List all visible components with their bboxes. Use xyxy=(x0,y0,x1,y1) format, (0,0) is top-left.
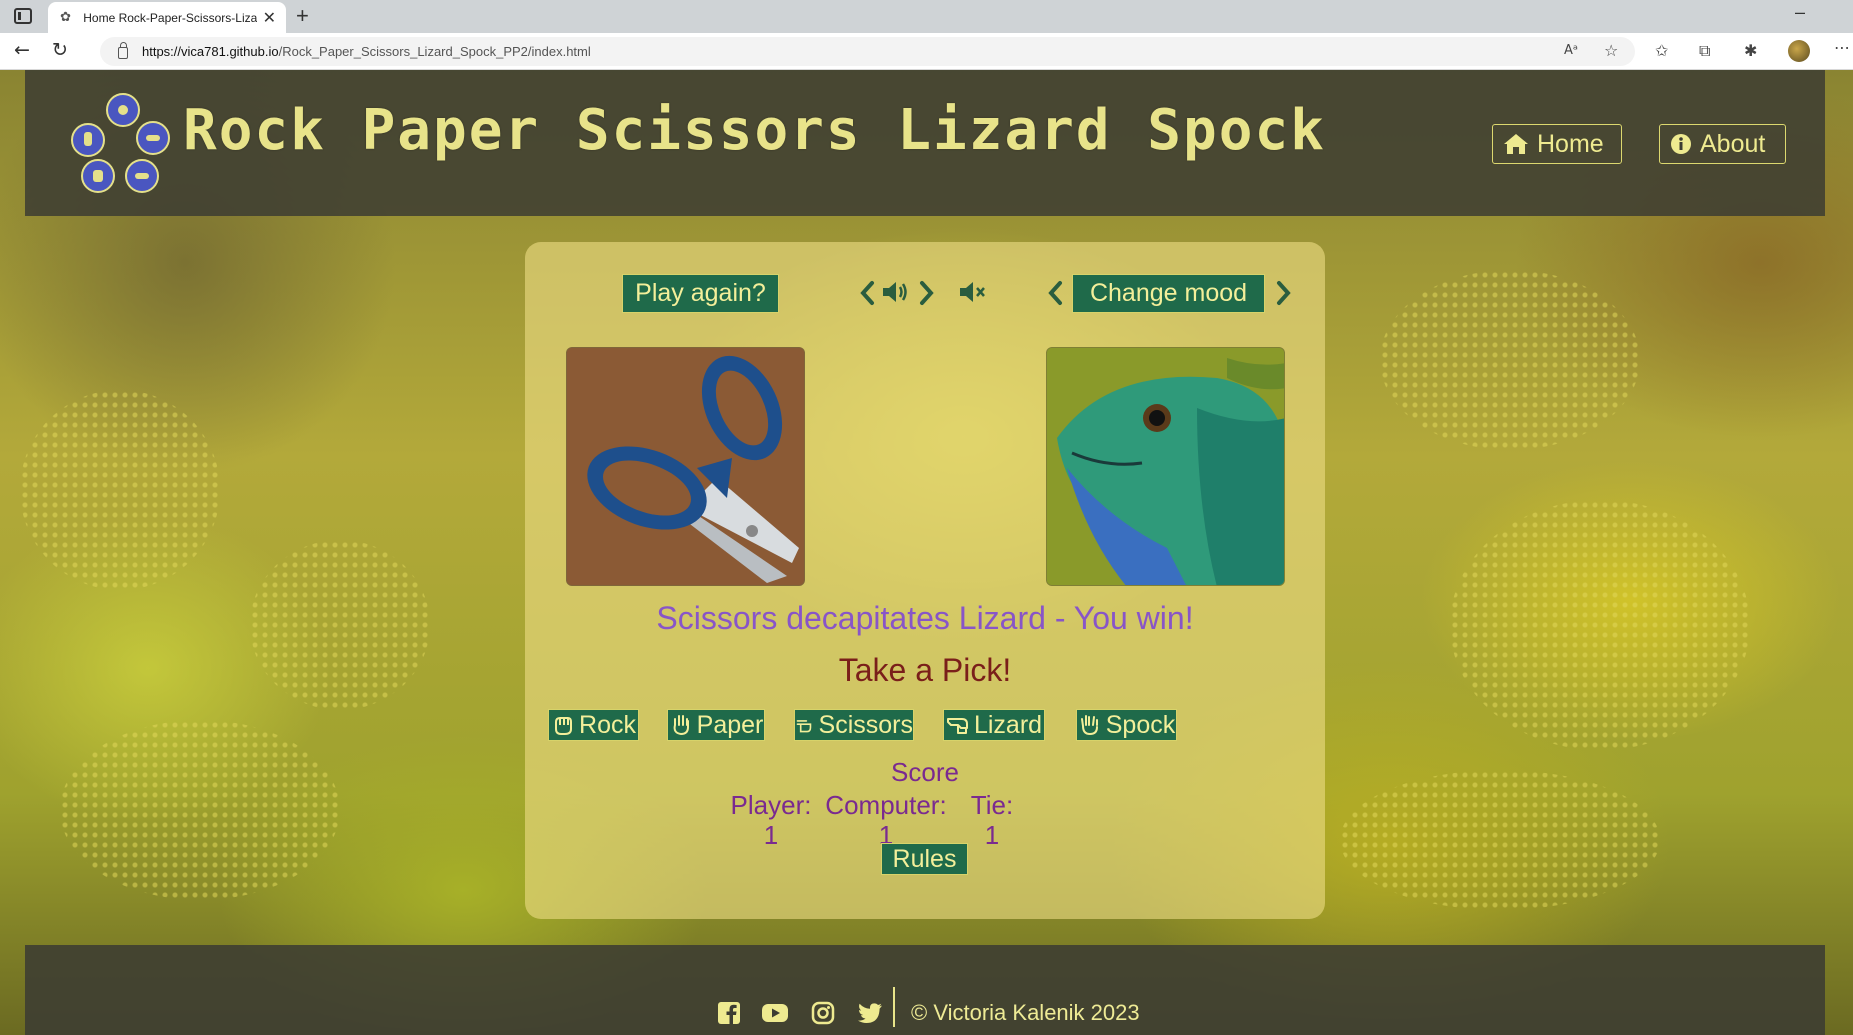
spock-label: Spock xyxy=(1105,710,1176,739)
lizard-photo xyxy=(1047,348,1284,585)
extensions-icon[interactable]: ✱ xyxy=(1744,41,1757,60)
spock-button[interactable]: Spock xyxy=(1076,709,1177,741)
profile-avatar[interactable] xyxy=(1788,40,1810,62)
rock-label: Rock xyxy=(579,710,636,739)
volume-high-icon[interactable] xyxy=(881,279,911,305)
lock-icon xyxy=(118,42,128,59)
scissors-label: Scissors xyxy=(818,710,913,739)
sound-next-chevron-icon[interactable] xyxy=(915,280,937,306)
rock-button[interactable]: Rock xyxy=(548,709,639,741)
paper-button[interactable]: Paper xyxy=(667,709,765,741)
hand-lizard-icon xyxy=(946,718,968,734)
nav-home-label: Home xyxy=(1537,129,1604,158)
game-panel: Play again? Change mood Scissors decapit… xyxy=(525,242,1325,919)
tab-close-icon[interactable]: ✕ xyxy=(263,8,276,28)
player-choice-image xyxy=(566,347,805,586)
computer-choice-image xyxy=(1046,347,1285,586)
back-icon[interactable]: ← xyxy=(14,39,30,61)
tie-score-label: Tie: xyxy=(970,790,1014,820)
scissors-button[interactable]: Scissors xyxy=(794,709,914,741)
new-tab-icon[interactable]: + xyxy=(296,3,309,29)
computer-score: Computer: 1 xyxy=(811,790,961,850)
minimize-icon[interactable]: – xyxy=(1795,2,1805,23)
hand-spock-icon xyxy=(1080,715,1098,736)
facebook-icon[interactable] xyxy=(717,1001,741,1025)
lizard-button[interactable]: Lizard xyxy=(943,709,1045,741)
take-a-pick-prompt: Take a Pick! xyxy=(838,652,1012,688)
mood-next-chevron-icon[interactable] xyxy=(1272,280,1294,306)
site-title: Rock Paper Scissors Lizard Spock xyxy=(183,98,1326,163)
youtube-icon[interactable] xyxy=(761,1001,789,1025)
favorites-icon[interactable]: ✩ xyxy=(1655,41,1668,60)
logo-icon[interactable] xyxy=(65,90,175,200)
mute-icon[interactable] xyxy=(958,279,988,305)
browser-tab-bar: ✿ Home Rock-Paper-Scissors-Lizard ✕ + – xyxy=(0,0,1853,33)
site-footer: © Victoria Kalenik 2023 xyxy=(25,945,1825,1035)
nav-home-link[interactable]: Home xyxy=(1492,124,1622,164)
url-path: /Rock_Paper_Scissors_Lizard_Spock_PP2/in… xyxy=(278,44,591,59)
nav-about-label: About xyxy=(1700,129,1766,158)
address-bar: ← ↻ https://vica781.github.io/Rock_Paper… xyxy=(0,33,1853,70)
footer-divider xyxy=(893,987,895,1027)
url-host: https://vica781.github.io xyxy=(142,44,279,59)
hand-scissors-icon xyxy=(796,720,812,733)
computer-score-label: Computer: xyxy=(825,790,947,820)
rules-button[interactable]: Rules xyxy=(881,843,968,875)
home-icon xyxy=(1504,134,1528,154)
tab-title: Home Rock-Paper-Scissors-Lizard xyxy=(83,10,257,25)
score-title: Score xyxy=(891,757,959,787)
more-menu-icon[interactable]: ⋯ xyxy=(1834,38,1850,57)
play-again-button[interactable]: Play again? xyxy=(622,274,779,313)
reload-icon[interactable]: ↻ xyxy=(52,39,68,61)
info-circle-icon xyxy=(1671,134,1691,154)
twitter-icon[interactable] xyxy=(857,1001,883,1025)
tab-actions-icon[interactable] xyxy=(14,8,32,24)
lizard-label: Lizard xyxy=(973,710,1043,739)
scissors-photo xyxy=(567,348,804,585)
hand-rock-icon xyxy=(555,717,573,735)
tie-score: Tie: 1 xyxy=(951,790,1033,850)
nav-about-link[interactable]: About xyxy=(1659,124,1786,164)
browser-tab[interactable]: ✿ Home Rock-Paper-Scissors-Lizard ✕ xyxy=(48,2,286,33)
url-field[interactable]: https://vica781.github.io/Rock_Paper_Sci… xyxy=(100,37,1635,66)
change-mood-button[interactable]: Change mood xyxy=(1072,274,1265,313)
instagram-icon[interactable] xyxy=(811,1001,835,1025)
page: Rock Paper Scissors Lizard Spock Home Ab… xyxy=(0,70,1853,1035)
sound-prev-chevron-icon[interactable] xyxy=(857,280,879,306)
favicon-icon: ✿ xyxy=(60,9,72,25)
collections-icon[interactable]: ⧉ xyxy=(1699,41,1710,61)
copyright-text: © Victoria Kalenik 2023 xyxy=(911,1000,1140,1025)
paper-label: Paper xyxy=(696,710,764,739)
result-message: Scissors decapitates Lizard - You win! xyxy=(656,600,1194,636)
favorite-star-icon[interactable]: ☆ xyxy=(1604,41,1618,60)
read-aloud-icon[interactable]: Aᵃ xyxy=(1564,43,1578,58)
site-header: Rock Paper Scissors Lizard Spock Home Ab… xyxy=(25,70,1825,216)
hand-paper-icon xyxy=(673,715,689,736)
mood-prev-chevron-icon[interactable] xyxy=(1045,280,1067,306)
